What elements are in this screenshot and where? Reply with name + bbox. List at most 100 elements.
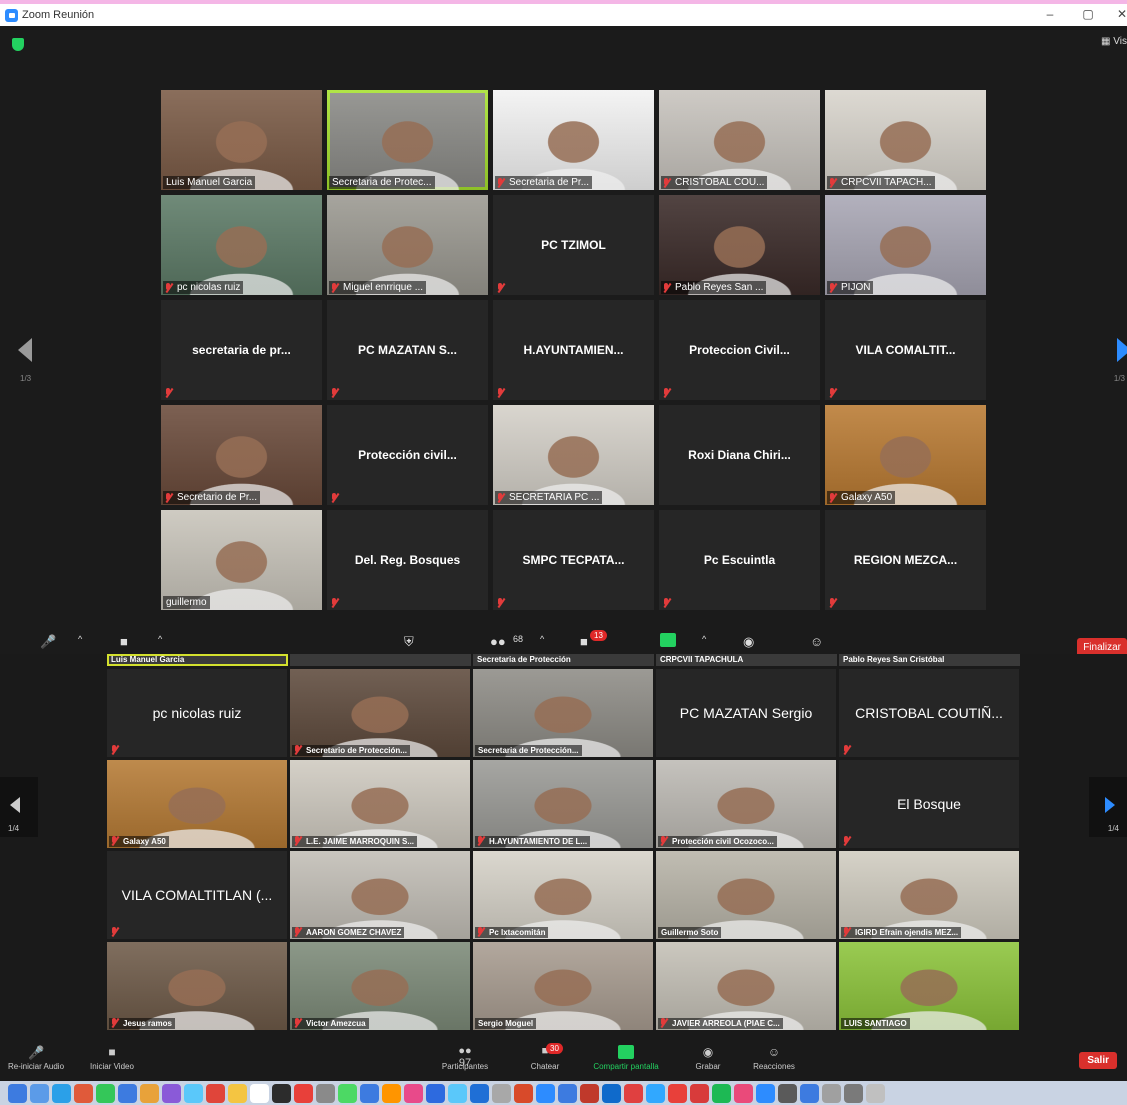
top-participant-tile[interactable]: guillermo	[161, 510, 322, 610]
dock-app-icon[interactable]	[668, 1083, 687, 1103]
top-participant-tile[interactable]: Galaxy A50	[825, 405, 986, 505]
dock-app-icon[interactable]	[646, 1083, 665, 1103]
top-participant-tile[interactable]: CRPCVII TAPACH...	[825, 90, 986, 190]
dock-app-icon[interactable]	[712, 1083, 731, 1103]
next-page-arrow-icon[interactable]	[1117, 338, 1127, 362]
dock-app-icon[interactable]	[778, 1083, 797, 1103]
dock-app-icon[interactable]	[822, 1083, 841, 1103]
close-button[interactable]: ✕	[1112, 7, 1127, 21]
top-participant-tile[interactable]: Pablo Reyes San ...	[659, 195, 820, 295]
participants-chevron-icon[interactable]: ^	[540, 634, 544, 644]
video-camera-icon[interactable]: ■	[120, 634, 128, 649]
top-participant-tile[interactable]: VILA COMALTIT...	[825, 300, 986, 400]
top-participant-tile[interactable]: PC MAZATAN S...	[327, 300, 488, 400]
dock-app-icon[interactable]	[140, 1083, 159, 1103]
dock-app-icon[interactable]	[206, 1083, 225, 1103]
speaker-strip-item[interactable]: Secretaria de Protección	[473, 654, 654, 666]
top-participant-tile[interactable]: secretaria de pr...	[161, 300, 322, 400]
dock-app-icon[interactable]	[844, 1083, 863, 1103]
speaker-strip-item[interactable]	[290, 654, 471, 666]
speaker-strip-item[interactable]: CRPCVII TAPACHULA	[656, 654, 837, 666]
dock-app-icon[interactable]	[514, 1083, 533, 1103]
bottom-participant-tile[interactable]: Protección civil Ocozoco...	[656, 760, 836, 848]
record-icon[interactable]: ◉	[743, 634, 754, 650]
bottom-participant-tile[interactable]: L.E. JAIME MARROQUIN S...	[290, 760, 470, 848]
bottom-participant-tile[interactable]: Galaxy A50	[107, 760, 287, 848]
dock-app-icon[interactable]	[338, 1083, 357, 1103]
bottom-participant-tile[interactable]: LUIS SANTIAGO	[839, 942, 1019, 1030]
dock-app-icon[interactable]	[624, 1083, 643, 1103]
speaker-strip-item[interactable]: Luis Manuel Garcia	[107, 654, 288, 666]
dock-app-icon[interactable]	[580, 1083, 599, 1103]
dock-app-icon[interactable]	[382, 1083, 401, 1103]
dock-app-icon[interactable]	[602, 1083, 621, 1103]
participants-button[interactable]: ●● 97 Participantes	[430, 1045, 500, 1071]
bottom-participant-tile[interactable]: Pc Ixtacomitán	[473, 851, 653, 939]
top-participant-tile[interactable]: Protección civil...	[327, 405, 488, 505]
bottom-participant-tile[interactable]: El Bosque	[839, 760, 1019, 848]
top-participant-tile[interactable]: Secretaria de Pr...	[493, 90, 654, 190]
top-participant-tile[interactable]: REGION MEZCA...	[825, 510, 986, 610]
bottom-participant-tile[interactable]: VILA COMALTITLAN (...	[107, 851, 287, 939]
top-participant-tile[interactable]: Secretario de Pr...	[161, 405, 322, 505]
record-button[interactable]: ◉ Grabar	[686, 1045, 730, 1071]
dock-app-icon[interactable]	[272, 1083, 291, 1103]
bottom-participant-tile[interactable]: H.AYUNTAMIENTO DE L...	[473, 760, 653, 848]
dock-app-icon[interactable]	[30, 1083, 49, 1103]
reactions-icon[interactable]: ☺	[810, 634, 823, 649]
dock-app-icon[interactable]	[118, 1083, 137, 1103]
top-participant-tile[interactable]: SMPC TECPATA...	[493, 510, 654, 610]
top-participant-tile[interactable]: SECRETARIA PC ...	[493, 405, 654, 505]
top-participant-tile[interactable]: Roxi Diana Chiri...	[659, 405, 820, 505]
minimize-button[interactable]: –	[1040, 7, 1060, 21]
bottom-participant-tile[interactable]: Sergio Moguel	[473, 942, 653, 1030]
dock-app-icon[interactable]	[360, 1083, 379, 1103]
audio-options-chevron-icon[interactable]: ^	[78, 634, 82, 644]
share-screen-icon[interactable]	[660, 633, 676, 647]
dock-app-icon[interactable]	[426, 1083, 445, 1103]
dock-app-icon[interactable]	[228, 1083, 247, 1103]
top-participant-tile[interactable]: PIJON	[825, 195, 986, 295]
top-participant-tile[interactable]: pc nicolas ruiz	[161, 195, 322, 295]
share-screen-button[interactable]: Compartir pantalla	[580, 1045, 672, 1071]
speaker-strip-item[interactable]: Pablo Reyes San Cristóbal	[839, 654, 1020, 666]
top-participant-tile[interactable]: Miguel enrrique ...	[327, 195, 488, 295]
chat-icon[interactable]: ■	[580, 634, 588, 649]
dock-app-icon[interactable]	[316, 1083, 335, 1103]
bottom-participant-tile[interactable]: AARON GOMEZ CHAVEZ	[290, 851, 470, 939]
bottom-participant-tile[interactable]: Guillermo Soto	[656, 851, 836, 939]
top-participant-tile[interactable]: Secretaria de Protec...	[327, 90, 488, 190]
top-participant-tile[interactable]: Proteccion Civil...	[659, 300, 820, 400]
dock-app-icon[interactable]	[162, 1083, 181, 1103]
dock-app-icon[interactable]	[184, 1083, 203, 1103]
bottom-participant-tile[interactable]: CRISTOBAL COUTIÑ...	[839, 669, 1019, 757]
microphone-icon[interactable]: 🎤	[40, 634, 56, 650]
dock-app-icon[interactable]	[690, 1083, 709, 1103]
dock-app-icon[interactable]	[800, 1083, 819, 1103]
dock-app-icon[interactable]	[558, 1083, 577, 1103]
participants-icon[interactable]: ●●	[490, 634, 506, 649]
previous-page-arrow-icon[interactable]	[18, 338, 32, 362]
top-participant-tile[interactable]: PC TZIMOL	[493, 195, 654, 295]
reactions-button[interactable]: ☺ Reacciones	[744, 1045, 804, 1071]
share-chevron-icon[interactable]: ^	[702, 634, 706, 644]
view-toggle-button[interactable]: ▦ Vis	[1101, 36, 1127, 47]
top-participant-tile[interactable]: Luis Manuel Garcia	[161, 90, 322, 190]
dock-app-icon[interactable]	[404, 1083, 423, 1103]
security-shield-icon[interactable]	[12, 38, 24, 51]
maximize-button[interactable]: ▢	[1078, 7, 1098, 21]
dock-app-icon[interactable]	[866, 1083, 885, 1103]
dock-app-icon[interactable]	[294, 1083, 313, 1103]
bottom-participant-tile[interactable]: Jesus ramos	[107, 942, 287, 1030]
top-participant-tile[interactable]: Del. Reg. Bosques	[327, 510, 488, 610]
top-participant-tile[interactable]: Pc Escuintla	[659, 510, 820, 610]
bottom-participant-tile[interactable]: PC MAZATAN Sergio	[656, 669, 836, 757]
dock-app-icon[interactable]	[96, 1083, 115, 1103]
bottom-participant-tile[interactable]: Victor Amezcua	[290, 942, 470, 1030]
dock-app-icon[interactable]	[470, 1083, 489, 1103]
bottom-participant-tile[interactable]: JAVIER ARREOLA (PIAE C...	[656, 942, 836, 1030]
dock-app-icon[interactable]	[52, 1083, 71, 1103]
bottom-participant-tile[interactable]: IGIRD Efrain ojendis MEZ...	[839, 851, 1019, 939]
bottom-participant-tile[interactable]: Secretario de Protección...	[290, 669, 470, 757]
dock-app-icon[interactable]	[8, 1083, 27, 1103]
